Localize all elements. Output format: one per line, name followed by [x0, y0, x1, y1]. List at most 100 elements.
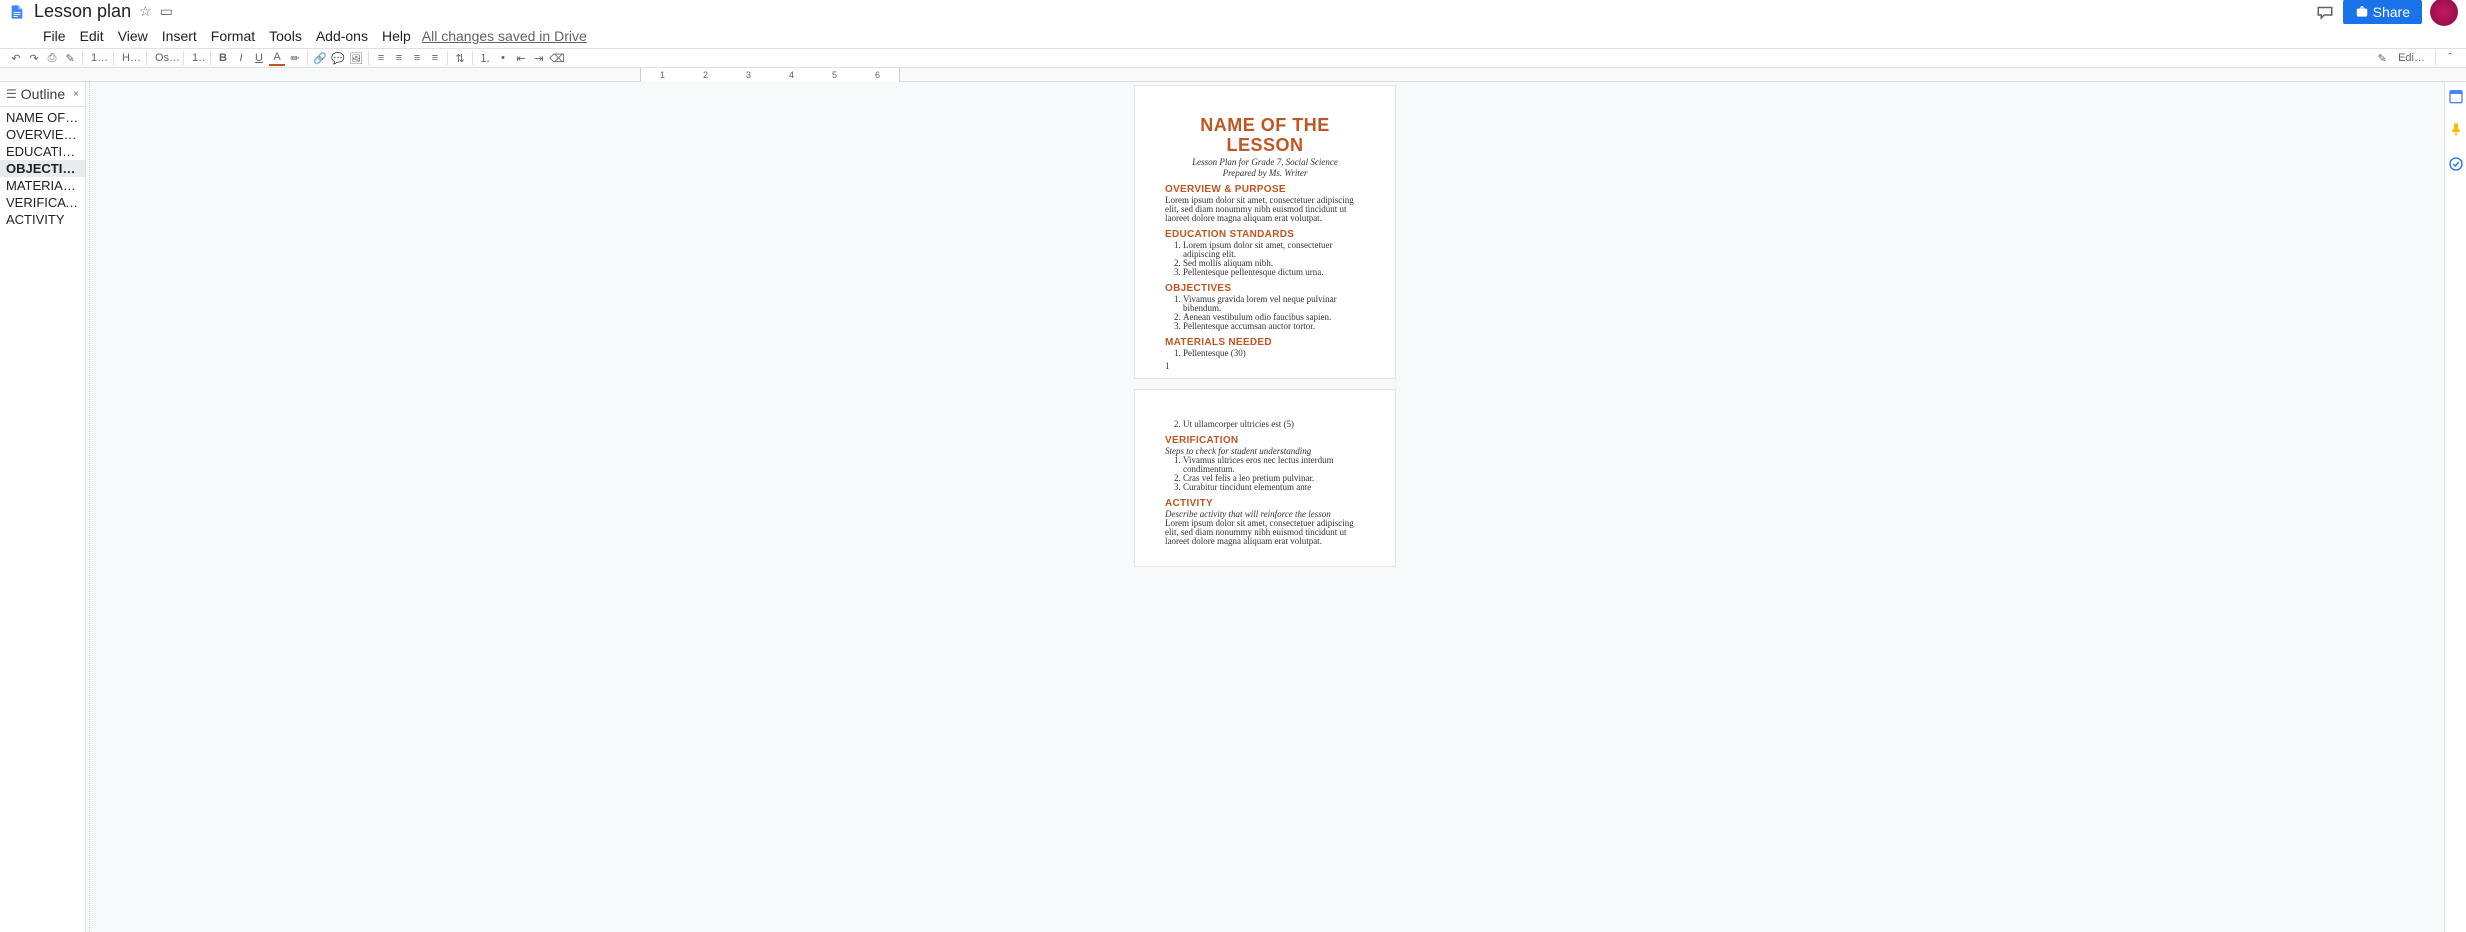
lesson-author[interactable]: Prepared by Ms. Writer: [1165, 169, 1365, 178]
docs-icon[interactable]: [8, 0, 26, 24]
print-icon[interactable]: ⎙: [44, 50, 60, 66]
lesson-subtitle[interactable]: Lesson Plan for Grade 7, Social Science: [1165, 158, 1365, 167]
section-verification[interactable]: VERIFICATION: [1165, 435, 1365, 446]
list-item[interactable]: Vivamus ultrices eros nec lectus interdu…: [1183, 456, 1365, 474]
ruler-tick: 3: [727, 70, 770, 80]
menu-tools[interactable]: Tools: [262, 26, 309, 46]
list-item[interactable]: Curabitur tincidunt elementum ante: [1183, 483, 1365, 492]
outline-item[interactable]: VERIFICATI…: [0, 194, 85, 211]
list-item[interactable]: Vivamus gravida lorem vel neque pulvinar…: [1183, 295, 1365, 313]
text-color-icon[interactable]: A: [269, 50, 285, 66]
outline-toggle-icon[interactable]: ☰: [6, 87, 17, 101]
increase-indent-icon[interactable]: ⇥: [531, 50, 547, 66]
star-icon[interactable]: ☆: [139, 3, 152, 20]
menu-view[interactable]: View: [111, 26, 155, 46]
outline-item[interactable]: NAME OF T…: [0, 109, 85, 126]
ruler[interactable]: 1 2 3 4 5 6: [640, 68, 900, 82]
document-title[interactable]: Lesson plan: [34, 1, 131, 22]
font-select[interactable]: Os…: [151, 52, 179, 64]
outline-item[interactable]: OBJECTIVES: [0, 160, 85, 177]
menu-edit[interactable]: Edit: [73, 26, 111, 46]
separator: [146, 51, 147, 65]
collapse-icon[interactable]: ˆ: [2442, 50, 2458, 66]
share-button[interactable]: Share: [2343, 0, 2422, 24]
editing-mode-icon[interactable]: ✎: [2374, 50, 2390, 66]
outline-item[interactable]: ACTIVITY: [0, 211, 85, 228]
menu-insert[interactable]: Insert: [155, 26, 204, 46]
ruler-tick: 1: [641, 70, 684, 80]
editing-mode-label[interactable]: Edi…: [2394, 52, 2429, 64]
calendar-icon[interactable]: [2448, 88, 2464, 104]
menu-help[interactable]: Help: [375, 26, 418, 46]
line-spacing-icon[interactable]: ⇅: [452, 50, 468, 66]
align-justify-icon[interactable]: ≡: [427, 50, 443, 66]
clear-format-icon[interactable]: ⌫: [549, 50, 565, 66]
decrease-indent-icon[interactable]: ⇤: [513, 50, 529, 66]
list-item[interactable]: Lorem ipsum dolor sit amet, consectetuer…: [1183, 241, 1365, 259]
verification-list[interactable]: Vivamus ultrices eros nec lectus interdu…: [1165, 456, 1365, 492]
menu-format[interactable]: Format: [204, 26, 262, 46]
section-objectives[interactable]: OBJECTIVES: [1165, 283, 1365, 294]
comment-add-icon[interactable]: 💬: [330, 50, 346, 66]
numbered-list-icon[interactable]: ⒈: [477, 50, 493, 66]
outline-header: ☰ Outline ×: [0, 82, 85, 107]
document-canvas[interactable]: NAME OF THE LESSON Lesson Plan for Grade…: [86, 82, 2444, 932]
outline-close-icon[interactable]: ×: [73, 89, 79, 100]
paint-format-icon[interactable]: ✎: [62, 50, 78, 66]
highlight-icon[interactable]: ✏: [287, 50, 303, 66]
style-select[interactable]: H…: [118, 52, 142, 64]
undo-icon[interactable]: ↶: [8, 50, 24, 66]
separator: [368, 51, 369, 65]
italic-icon[interactable]: I: [233, 50, 249, 66]
materials-list[interactable]: Pellentesque (30): [1165, 349, 1365, 358]
bulleted-list-icon[interactable]: •: [495, 50, 511, 66]
separator: [447, 51, 448, 65]
document-page[interactable]: NAME OF THE LESSON Lesson Plan for Grade…: [1135, 86, 1395, 378]
zoom-select[interactable]: 1…: [87, 52, 109, 64]
list-item[interactable]: Pellentesque accumsan auctor tortor.: [1183, 322, 1365, 331]
document-page[interactable]: Ut ullamcorper ultricies est (5) VERIFIC…: [1135, 390, 1395, 566]
standards-list[interactable]: Lorem ipsum dolor sit amet, consectetuer…: [1165, 241, 1365, 277]
margin-indicator: [86, 82, 90, 932]
separator: [472, 51, 473, 65]
link-icon[interactable]: 🔗: [312, 50, 328, 66]
overview-body[interactable]: Lorem ipsum dolor sit amet, consectetuer…: [1165, 196, 1365, 223]
list-item[interactable]: Pellentesque (30): [1183, 349, 1365, 358]
section-materials[interactable]: MATERIALS NEEDED: [1165, 337, 1365, 348]
bold-icon[interactable]: B: [215, 50, 231, 66]
toolbar: ↶ ↷ ⎙ ✎ 1… H… Os… 1… B I U A ✏ 🔗 💬 🖼 ≡ ≡…: [0, 48, 2466, 68]
title-bar: Lesson plan ☆ ▭ Share: [0, 0, 2466, 24]
comments-icon[interactable]: [2315, 2, 2335, 22]
align-center-icon[interactable]: ≡: [391, 50, 407, 66]
ruler-tick: 5: [813, 70, 856, 80]
outline-item[interactable]: EDUCATION…: [0, 143, 85, 160]
font-size-select[interactable]: 1…: [188, 52, 206, 64]
keep-icon[interactable]: [2448, 122, 2464, 138]
separator: [2435, 51, 2436, 65]
image-icon[interactable]: 🖼: [348, 50, 364, 66]
outline-item[interactable]: OVERVIEW …: [0, 126, 85, 143]
section-activity[interactable]: ACTIVITY: [1165, 498, 1365, 509]
objectives-list[interactable]: Vivamus gravida lorem vel neque pulvinar…: [1165, 295, 1365, 331]
save-status[interactable]: All changes saved in Drive: [422, 28, 587, 44]
activity-body[interactable]: Lorem ipsum dolor sit amet, consectetuer…: [1165, 519, 1365, 546]
align-right-icon[interactable]: ≡: [409, 50, 425, 66]
menu-file[interactable]: File: [36, 26, 73, 46]
tasks-icon[interactable]: [2448, 156, 2464, 172]
align-left-icon[interactable]: ≡: [373, 50, 389, 66]
section-standards[interactable]: EDUCATION STANDARDS: [1165, 229, 1365, 240]
avatar[interactable]: [2430, 0, 2458, 26]
share-label: Share: [2373, 4, 2410, 20]
move-icon[interactable]: ▭: [160, 3, 173, 20]
list-item[interactable]: Ut ullamcorper ultricies est (5): [1183, 420, 1365, 429]
menu-addons[interactable]: Add-ons: [309, 26, 375, 46]
redo-icon[interactable]: ↷: [26, 50, 42, 66]
section-overview[interactable]: OVERVIEW & PURPOSE: [1165, 184, 1365, 195]
outline-item[interactable]: MATERIALS…: [0, 177, 85, 194]
materials-list-cont[interactable]: Ut ullamcorper ultricies est (5): [1165, 420, 1365, 429]
underline-icon[interactable]: U: [251, 50, 267, 66]
page-number: 1: [1165, 362, 1170, 372]
lesson-title[interactable]: NAME OF THE LESSON: [1165, 116, 1365, 156]
list-item[interactable]: Pellentesque pellentesque dictum urna.: [1183, 268, 1365, 277]
separator: [82, 51, 83, 65]
